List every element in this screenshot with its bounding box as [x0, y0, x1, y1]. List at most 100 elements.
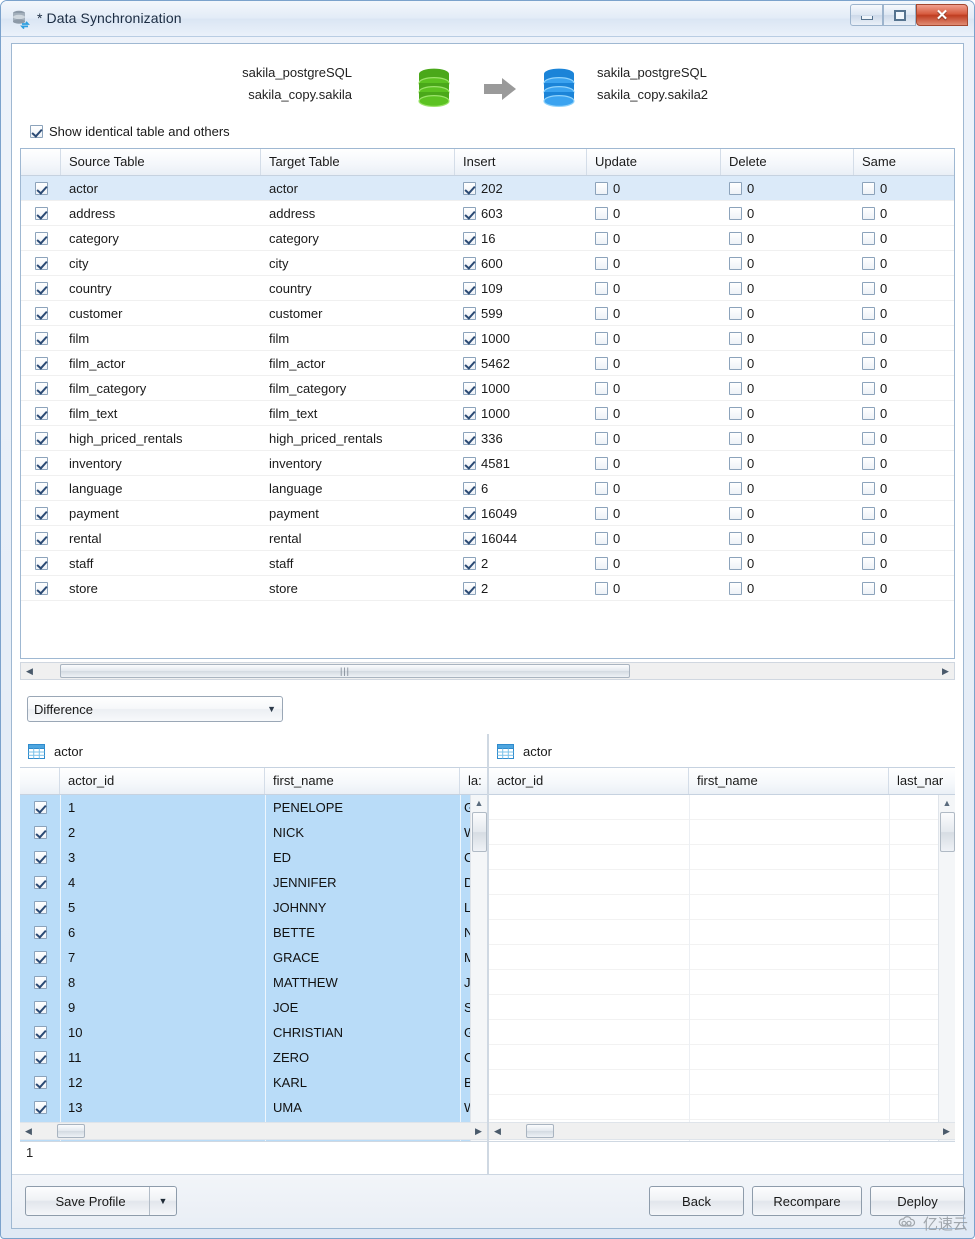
row-select-checkbox[interactable]	[35, 401, 53, 426]
row-select-checkbox[interactable]	[34, 945, 52, 970]
row-select-checkbox[interactable]	[34, 995, 52, 1020]
checkbox-icon[interactable]	[595, 207, 608, 220]
checkbox-icon[interactable]	[463, 532, 476, 545]
checkbox-icon[interactable]	[463, 282, 476, 295]
list-item[interactable]	[489, 995, 955, 1020]
row-select-checkbox[interactable]	[35, 226, 53, 251]
table-row[interactable]: high_priced_rentals high_priced_rentals 33…	[21, 426, 954, 451]
checkbox-icon[interactable]	[34, 1026, 47, 1039]
checkbox-icon[interactable]	[35, 407, 48, 420]
checkbox-icon[interactable]	[463, 257, 476, 270]
checkbox-icon[interactable]	[34, 826, 47, 839]
table-row[interactable]: store store 2 0 0 0	[21, 576, 954, 601]
save-profile-button[interactable]: Save Profile ▼	[25, 1186, 177, 1216]
checkbox-icon[interactable]	[35, 582, 48, 595]
recompare-button[interactable]: Recompare	[752, 1186, 862, 1216]
checkbox-icon[interactable]	[35, 257, 48, 270]
checkbox-icon[interactable]	[595, 307, 608, 320]
row-select-checkbox[interactable]	[34, 1045, 52, 1070]
source-hscroll-track[interactable]	[37, 1123, 470, 1139]
list-item[interactable]: 6BETTENI	[20, 920, 487, 945]
list-item[interactable]: 11ZEROCA	[20, 1045, 487, 1070]
checkbox-icon[interactable]	[729, 482, 742, 495]
list-item[interactable]	[489, 1070, 955, 1095]
table-row[interactable]: film_actor film_actor 5462 0 0 0	[21, 351, 954, 376]
checkbox-icon[interactable]	[862, 507, 875, 520]
table-row[interactable]: category category 16 0 0 0	[21, 226, 954, 251]
table-row[interactable]: staff staff 2 0 0 0	[21, 551, 954, 576]
list-item[interactable]	[489, 945, 955, 970]
table-row[interactable]: customer customer 599 0 0 0	[21, 301, 954, 326]
row-select-checkbox[interactable]	[35, 526, 53, 551]
header-update[interactable]: Update	[587, 149, 721, 175]
table-row[interactable]: address address 603 0 0 0	[21, 201, 954, 226]
checkbox-icon[interactable]	[34, 1001, 47, 1014]
source-scroll-left-icon[interactable]: ◀	[20, 1123, 37, 1139]
table-row[interactable]: film_category film_category 1000 0 0 0	[21, 376, 954, 401]
list-item[interactable]: 1PENELOPEGU	[20, 795, 487, 820]
scroll-up-icon[interactable]: ▲	[939, 795, 955, 811]
source-scroll-right-icon[interactable]: ▶	[470, 1123, 487, 1139]
row-select-checkbox[interactable]	[34, 820, 52, 845]
difference-filter-dropdown[interactable]: Difference ▼	[27, 696, 283, 722]
row-select-checkbox[interactable]	[35, 576, 53, 601]
checkbox-icon[interactable]	[595, 382, 608, 395]
checkbox-icon[interactable]	[862, 182, 875, 195]
header-insert[interactable]: Insert	[455, 149, 587, 175]
checkbox-icon[interactable]	[862, 482, 875, 495]
header-same[interactable]: Same	[854, 149, 954, 175]
table-row[interactable]: inventory inventory 4581 0 0 0	[21, 451, 954, 476]
list-item[interactable]: 8MATTHEWJO	[20, 970, 487, 995]
list-item[interactable]	[489, 845, 955, 870]
checkbox-icon[interactable]	[595, 557, 608, 570]
checkbox-icon[interactable]	[595, 332, 608, 345]
row-select-checkbox[interactable]	[34, 895, 52, 920]
checkbox-icon[interactable]	[463, 557, 476, 570]
checkbox-icon[interactable]	[35, 482, 48, 495]
row-select-checkbox[interactable]	[34, 1095, 52, 1120]
header-checkbox-column[interactable]	[21, 149, 61, 175]
checkbox-icon[interactable]	[34, 801, 47, 814]
window-titlebar[interactable]: * Data Synchronization ✕	[1, 1, 974, 37]
checkbox-icon[interactable]	[595, 532, 608, 545]
checkbox-icon[interactable]	[862, 232, 875, 245]
row-select-checkbox[interactable]	[35, 501, 53, 526]
checkbox-icon[interactable]	[595, 257, 608, 270]
checkbox-icon[interactable]	[595, 582, 608, 595]
checkbox-icon[interactable]	[35, 232, 48, 245]
checkbox-icon[interactable]	[729, 182, 742, 195]
list-item[interactable]	[489, 920, 955, 945]
source-header-actor-id[interactable]: actor_id	[60, 768, 265, 794]
list-item[interactable]: 10CHRISTIANGA	[20, 1020, 487, 1045]
source-hscroll-thumb[interactable]	[57, 1124, 85, 1138]
row-select-checkbox[interactable]	[35, 376, 53, 401]
target-datagrid-body[interactable]	[489, 795, 955, 1152]
checkbox-icon[interactable]	[862, 582, 875, 595]
deploy-button[interactable]: Deploy	[870, 1186, 965, 1216]
checkbox-icon[interactable]	[729, 207, 742, 220]
source-header-last-name[interactable]: la:	[460, 768, 487, 794]
checkbox-icon[interactable]	[35, 207, 48, 220]
checkbox-icon[interactable]	[34, 851, 47, 864]
comparison-grid[interactable]: Source Table Target Table Insert Update …	[20, 148, 955, 659]
list-item[interactable]: 9JOESW	[20, 995, 487, 1020]
checkbox-icon[interactable]	[595, 432, 608, 445]
checkbox-icon[interactable]	[35, 332, 48, 345]
target-hscrollbar[interactable]: ◀ ▶	[489, 1122, 955, 1140]
list-item[interactable]	[489, 820, 955, 845]
scroll-up-icon[interactable]: ▲	[471, 795, 487, 811]
chevron-down-icon[interactable]: ▼	[267, 704, 276, 714]
checkbox-icon[interactable]	[463, 507, 476, 520]
checkbox-icon[interactable]	[595, 282, 608, 295]
checkbox-icon[interactable]	[463, 357, 476, 370]
row-select-checkbox[interactable]	[35, 426, 53, 451]
checkbox-icon[interactable]	[595, 507, 608, 520]
checkbox-icon[interactable]	[463, 457, 476, 470]
checkbox-icon[interactable]	[463, 182, 476, 195]
table-row[interactable]: city city 600 0 0 0	[21, 251, 954, 276]
row-select-checkbox[interactable]	[34, 1020, 52, 1045]
list-item[interactable]	[489, 870, 955, 895]
comparison-grid-hscrollbar[interactable]: ◀ ||| ▶	[20, 662, 955, 680]
maximize-button[interactable]	[883, 4, 916, 26]
list-item[interactable]: 3EDCH	[20, 845, 487, 870]
